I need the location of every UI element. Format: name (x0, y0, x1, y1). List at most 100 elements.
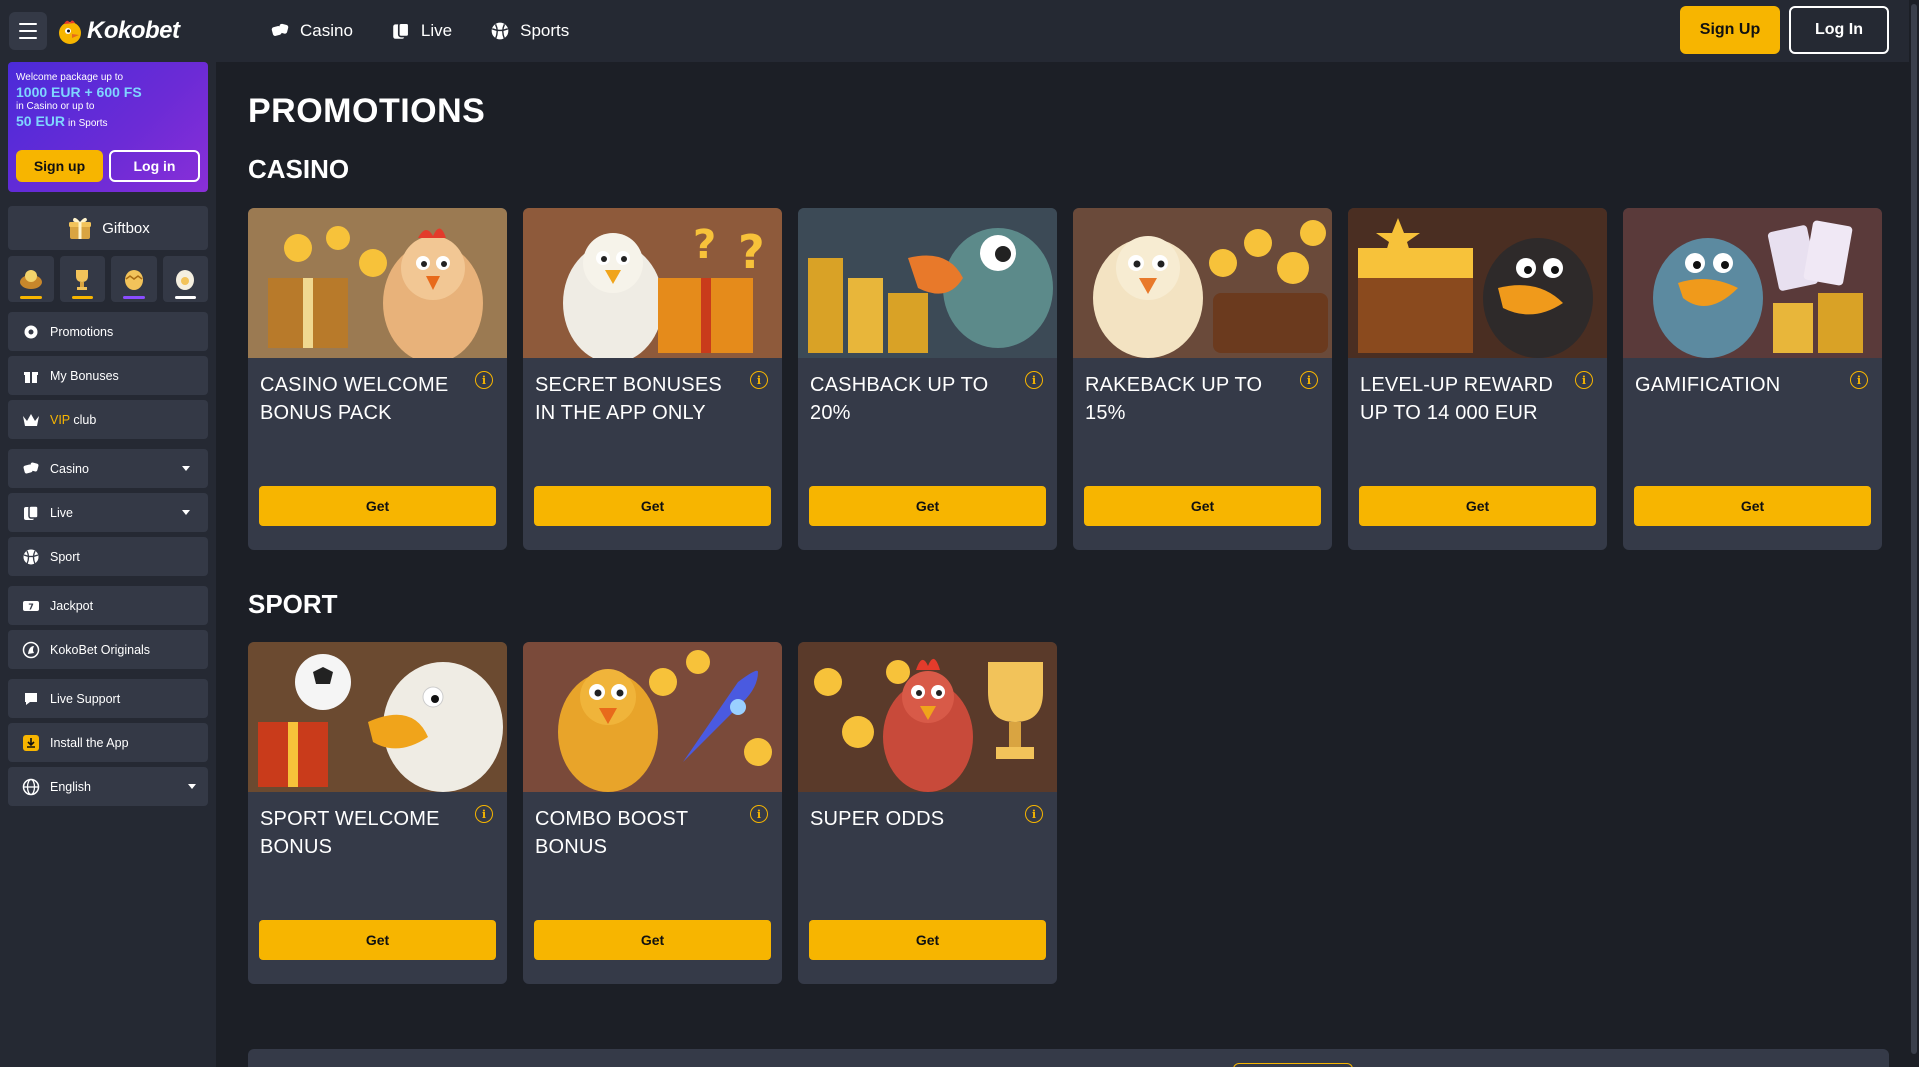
info-icon[interactable]: i (750, 371, 768, 389)
sidebar-item-vip-club[interactable]: VIP club (8, 400, 208, 439)
section-title-casino: CASINO (248, 154, 350, 184)
topnav-live[interactable]: Live (391, 21, 452, 41)
get-button[interactable]: Get (1084, 486, 1321, 526)
sidebar-group-support: Live Support Install the App English (8, 679, 208, 806)
club-label: club (69, 412, 97, 427)
banner-sports-label: in Sports (68, 118, 108, 129)
promo-card[interactable]: Rakeback up to 15% i Get (1073, 208, 1332, 550)
sidebar-item-label: Promotions (50, 324, 114, 339)
info-icon[interactable]: i (475, 805, 493, 823)
top-nav: Casino Live Sports (216, 21, 569, 41)
language-selector[interactable]: English (8, 767, 208, 806)
brand-logo[interactable]: Kokobet (55, 16, 180, 46)
page-scrollbar[interactable] (1909, 0, 1919, 1067)
sidebar-item-sport[interactable]: Sport (8, 537, 208, 576)
footer-handle (1232, 1063, 1353, 1067)
sidebar-item-casino[interactable]: Casino (8, 449, 208, 488)
promo-card[interactable]: Gamification i Get (1623, 208, 1882, 550)
promo-card[interactable]: Cashback up to 20% i Get (798, 208, 1057, 550)
get-button[interactable]: Get (259, 920, 496, 960)
sidebar-item-label: KokoBet Originals (50, 642, 151, 657)
sidebar-item-label: Install the App (50, 735, 129, 750)
topnav-sports[interactable]: Sports (490, 21, 569, 41)
sidebar-item-jackpot[interactable]: 7 Jackpot (8, 586, 208, 625)
sidebar-group-extras: 7 Jackpot KokoBet Originals (8, 586, 208, 669)
banner-sports-amount: 50 EUR (16, 113, 66, 129)
promo-card[interactable]: Super Odds i Get (798, 642, 1057, 984)
banner-signup-button[interactable]: Sign up (16, 150, 103, 182)
promo-image-rooster-trophy (798, 642, 1057, 792)
promo-image-secret-gift: ? ? (523, 208, 782, 358)
sidebar-item-label: Live Support (50, 691, 121, 706)
sidebar-item-install-app[interactable]: Install the App (8, 723, 208, 762)
promo-card[interactable]: ? ? Secret Bonuses in the App Only i Get (523, 208, 782, 550)
topnav-casino[interactable]: Casino (270, 21, 353, 41)
get-button[interactable]: Get (534, 486, 771, 526)
promo-title: Gamification (1635, 374, 1781, 396)
get-button[interactable]: Get (534, 920, 771, 960)
sidebar-item-label: Casino (50, 461, 89, 476)
language-label: English (50, 779, 91, 794)
promo-card[interactable]: Combo Boost Bonus i Get (523, 642, 782, 984)
giftbox-tiles (8, 256, 208, 302)
sidebar-header: Kokobet (0, 0, 216, 62)
svg-text:?: ? (693, 222, 716, 268)
sidebar-item-my-bonuses[interactable]: My Bonuses (8, 356, 208, 395)
svg-text:7: 7 (28, 602, 34, 611)
promo-image-chick-wallet (1073, 208, 1332, 358)
sidebar-item-originals[interactable]: KokoBet Originals (8, 630, 208, 669)
globe-icon (22, 778, 40, 796)
sidebar-item-live-support[interactable]: Live Support (8, 679, 208, 718)
welcome-banner[interactable]: Welcome package up to 1000 EUR + 600 FS … (8, 62, 208, 192)
info-icon[interactable]: i (475, 371, 493, 389)
chevron-down-icon (182, 510, 190, 515)
gift-tile-4[interactable] (162, 256, 208, 302)
sidebar-item-label: My Bonuses (50, 368, 119, 383)
promo-title: Combo Boost Bonus (535, 808, 688, 858)
promo-card[interactable]: Sport Welcome Bonus i Get (248, 642, 507, 984)
info-icon[interactable]: i (1575, 371, 1593, 389)
info-icon[interactable]: i (750, 805, 768, 823)
gift-tile-2[interactable] (59, 256, 105, 302)
originals-icon (22, 641, 40, 659)
info-icon[interactable]: i (1300, 371, 1318, 389)
svg-text:?: ? (738, 225, 765, 279)
promo-image-bird-cards (1623, 208, 1882, 358)
sports-ball-icon (491, 22, 509, 40)
get-button[interactable]: Get (259, 486, 496, 526)
giftbox-icon (69, 217, 92, 239)
promotions-main: PROMOTIONS CASINO Casino Welcome Bonus P… (216, 62, 1909, 1067)
page-title: PROMOTIONS (248, 92, 486, 130)
get-button[interactable]: Get (1634, 486, 1871, 526)
scrollbar-thumb[interactable] (1911, 4, 1917, 1054)
topnav-label: Live (420, 21, 453, 40)
promotions-icon (22, 323, 40, 341)
get-button[interactable]: Get (809, 920, 1046, 960)
top-bar: Casino Live Sports Sign Up Log In (216, 0, 1919, 62)
sidebar-item-label: Sport (50, 549, 80, 564)
promo-card[interactable]: Casino Welcome Bonus Pack i Get (248, 208, 507, 550)
info-icon[interactable]: i (1850, 371, 1868, 389)
info-icon[interactable]: i (1025, 805, 1043, 823)
brand-name: Kokobet (87, 17, 180, 44)
sidebar-item-promotions[interactable]: Promotions (8, 312, 208, 351)
sidebar-item-live[interactable]: Live (8, 493, 208, 532)
giftbox-button[interactable]: Giftbox (8, 206, 208, 250)
banner-line-1: Welcome package up to (16, 72, 124, 83)
signup-button[interactable]: Sign Up (1680, 6, 1780, 54)
promo-image-bird-coins (798, 208, 1057, 358)
giftbox-label: Giftbox (102, 219, 150, 237)
get-button[interactable]: Get (809, 486, 1046, 526)
get-button[interactable]: Get (1359, 486, 1596, 526)
login-button[interactable]: Log In (1789, 6, 1889, 54)
footer-panel (248, 1049, 1889, 1067)
auth-actions: Sign Up Log In (1680, 6, 1889, 54)
banner-login-button[interactable]: Log in (109, 150, 200, 182)
sidebar-item-label: Jackpot (50, 598, 94, 613)
gift-tile-3[interactable] (111, 256, 157, 302)
gift-tile-1[interactable] (8, 256, 54, 302)
promo-card[interactable]: Level-up reward up to 14 000 EUR i Get (1348, 208, 1607, 550)
sidebar-group-account: Promotions My Bonuses VIP club (8, 312, 208, 439)
menu-icon[interactable] (9, 12, 47, 50)
info-icon[interactable]: i (1025, 371, 1043, 389)
